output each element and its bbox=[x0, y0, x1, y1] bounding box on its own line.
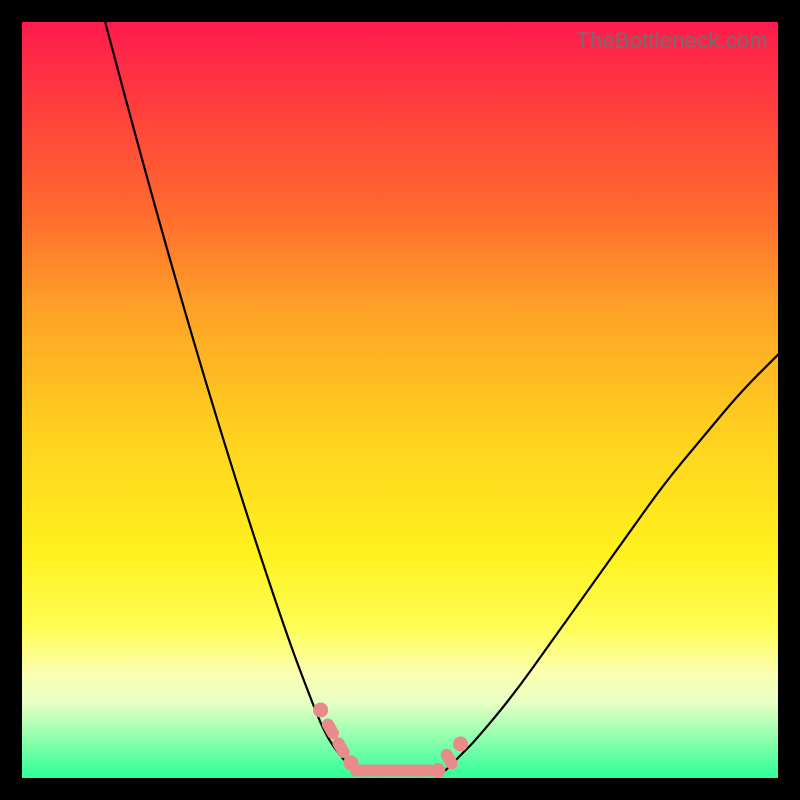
black-curves bbox=[105, 22, 778, 774]
chart-stage: TheBottleneck.com bbox=[0, 0, 800, 800]
chart-plot-area: TheBottleneck.com bbox=[22, 22, 778, 778]
pink-marker-group bbox=[313, 702, 468, 777]
marker-dot bbox=[430, 763, 445, 778]
curve-right-branch bbox=[445, 355, 778, 771]
chart-svg bbox=[22, 22, 778, 778]
curve-left-branch bbox=[105, 22, 354, 770]
marker-dot bbox=[313, 702, 328, 717]
marker-dot bbox=[453, 736, 468, 751]
